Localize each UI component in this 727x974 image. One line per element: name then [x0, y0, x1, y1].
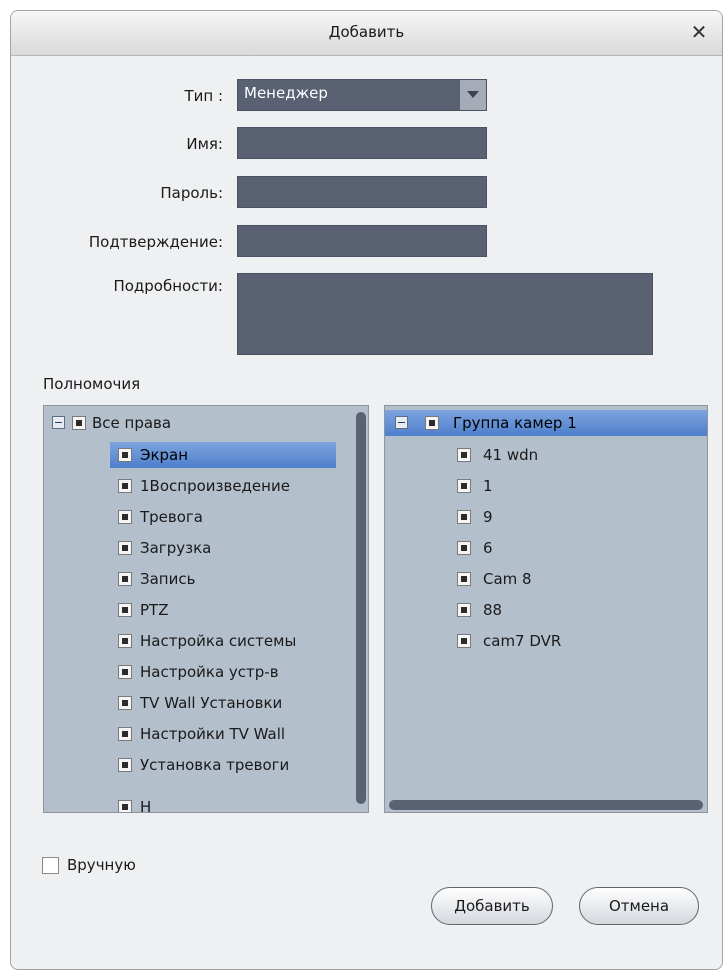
- permission-label: Установка тревоги: [140, 756, 290, 774]
- tree-row[interactable]: Cam 8: [457, 566, 677, 592]
- camera-label: cam7 DVR: [483, 632, 562, 650]
- name-field[interactable]: [237, 127, 487, 159]
- permission-checkbox[interactable]: [118, 727, 132, 741]
- camera-checkbox[interactable]: [457, 603, 471, 617]
- permission-label: TV Wall Установки: [140, 694, 283, 712]
- camera-checkbox[interactable]: [457, 572, 471, 586]
- camera-checkbox[interactable]: [457, 510, 471, 524]
- permissions-scrollbar[interactable]: [356, 412, 366, 804]
- permission-checkbox[interactable]: [118, 665, 132, 679]
- details-textarea[interactable]: [238, 274, 652, 354]
- title-bar: Добавить ✕: [11, 11, 722, 56]
- tree-row[interactable]: Тревога: [110, 504, 336, 530]
- tree-row[interactable]: Настройка системы: [110, 628, 336, 654]
- tree-row[interactable]: 6: [457, 535, 677, 561]
- tree-row[interactable]: Настройки TV Wall: [110, 721, 336, 747]
- name-label: Имя:: [186, 135, 223, 153]
- permission-checkbox[interactable]: [118, 758, 132, 772]
- tree-row[interactable]: 9: [457, 504, 677, 530]
- confirm-input[interactable]: [238, 226, 486, 256]
- camera-group-label: Группа камер 1: [453, 414, 577, 432]
- manual-checkbox[interactable]: [42, 857, 59, 874]
- details-label: Подробности:: [113, 277, 223, 295]
- type-select[interactable]: Менеджер: [237, 79, 487, 111]
- permission-label: Настройка устр-в: [140, 663, 279, 681]
- close-icon[interactable]: ✕: [686, 19, 712, 45]
- camera-label: 6: [483, 539, 493, 557]
- camera-checkbox[interactable]: [457, 448, 471, 462]
- cancel-button[interactable]: Отмена: [579, 887, 699, 925]
- permission-label: 1Воспроизведение: [140, 477, 290, 495]
- tree-row[interactable]: Н: [110, 794, 336, 813]
- permission-checkbox[interactable]: [118, 510, 132, 524]
- chevron-down-icon[interactable]: [460, 80, 486, 110]
- permission-checkbox[interactable]: [118, 603, 132, 617]
- password-label: Пароль:: [160, 184, 223, 202]
- camera-label: 9: [483, 508, 493, 526]
- all-rights-checkbox[interactable]: [72, 416, 86, 430]
- camera-label: 1: [483, 477, 493, 495]
- permission-label: Настройки TV Wall: [140, 725, 286, 743]
- tree-row[interactable]: 1Воспроизведение: [110, 473, 336, 499]
- tree-row[interactable]: PTZ: [110, 597, 336, 623]
- collapse-icon[interactable]: [395, 416, 408, 429]
- permission-label: Тревога: [140, 508, 204, 526]
- camera-group-checkbox[interactable]: [425, 416, 439, 430]
- tree-row[interactable]: Настройка устр-в: [110, 659, 336, 685]
- tree-row-camera-group[interactable]: Группа камер 1: [385, 410, 707, 436]
- tree-row[interactable]: Экран: [110, 442, 336, 468]
- permission-label: Экран: [140, 446, 189, 464]
- permission-checkbox[interactable]: [118, 479, 132, 493]
- permission-checkbox[interactable]: [118, 696, 132, 710]
- permission-label: Настройка системы: [140, 632, 297, 650]
- add-user-dialog: Добавить ✕ Тип : Менеджер Имя: Пароль: П…: [10, 10, 723, 970]
- camera-label: 88: [483, 601, 503, 619]
- tree-row[interactable]: 41 wdn: [457, 442, 677, 468]
- manual-label: Вручную: [67, 856, 136, 874]
- camera-checkbox[interactable]: [457, 541, 471, 555]
- camera-label: Cam 8: [483, 570, 532, 588]
- permission-label: PTZ: [140, 601, 169, 619]
- type-select-value: Менеджер: [244, 84, 328, 102]
- add-button[interactable]: Добавить: [431, 887, 553, 925]
- tree-row[interactable]: Запись: [110, 566, 336, 592]
- tree-row[interactable]: 1: [457, 473, 677, 499]
- permission-label: Н: [140, 798, 152, 813]
- password-input[interactable]: [238, 177, 486, 207]
- collapse-icon[interactable]: [52, 416, 65, 429]
- tree-row[interactable]: TV Wall Установки: [110, 690, 336, 716]
- tree-row[interactable]: cam7 DVR: [457, 628, 677, 654]
- tree-row[interactable]: 88: [457, 597, 677, 623]
- permission-checkbox[interactable]: [118, 572, 132, 586]
- tree-row[interactable]: Установка тревоги: [110, 752, 336, 778]
- password-field[interactable]: [237, 176, 487, 208]
- permissions-tree[interactable]: Все права Экран 1Воспроизведение Тревога…: [43, 405, 369, 813]
- type-label: Тип :: [184, 87, 223, 105]
- tree-row[interactable]: Загрузка: [110, 535, 336, 561]
- dialog-title: Добавить: [328, 23, 405, 41]
- all-rights-label: Все права: [92, 414, 172, 432]
- permission-label: Запись: [140, 570, 196, 588]
- permissions-label: Полномочия: [43, 375, 141, 393]
- permission-checkbox[interactable]: [118, 800, 132, 812]
- camera-tree[interactable]: Группа камер 1 41 wdn 1 9 6 Cam 8 88 cam…: [384, 405, 708, 813]
- camera-checkbox[interactable]: [457, 634, 471, 648]
- permission-checkbox[interactable]: [118, 541, 132, 555]
- permission-checkbox[interactable]: [118, 634, 132, 648]
- camera-label: 41 wdn: [483, 446, 539, 464]
- camera-checkbox[interactable]: [457, 479, 471, 493]
- confirm-label: Подтверждение:: [88, 233, 223, 251]
- confirm-field[interactable]: [237, 225, 487, 257]
- tree-row-all-rights[interactable]: Все права: [44, 410, 344, 436]
- camera-tree-scrollbar[interactable]: [389, 800, 703, 810]
- permission-label: Загрузка: [140, 539, 212, 557]
- details-field[interactable]: [237, 273, 653, 355]
- permission-checkbox[interactable]: [118, 448, 132, 462]
- name-input[interactable]: [238, 128, 486, 158]
